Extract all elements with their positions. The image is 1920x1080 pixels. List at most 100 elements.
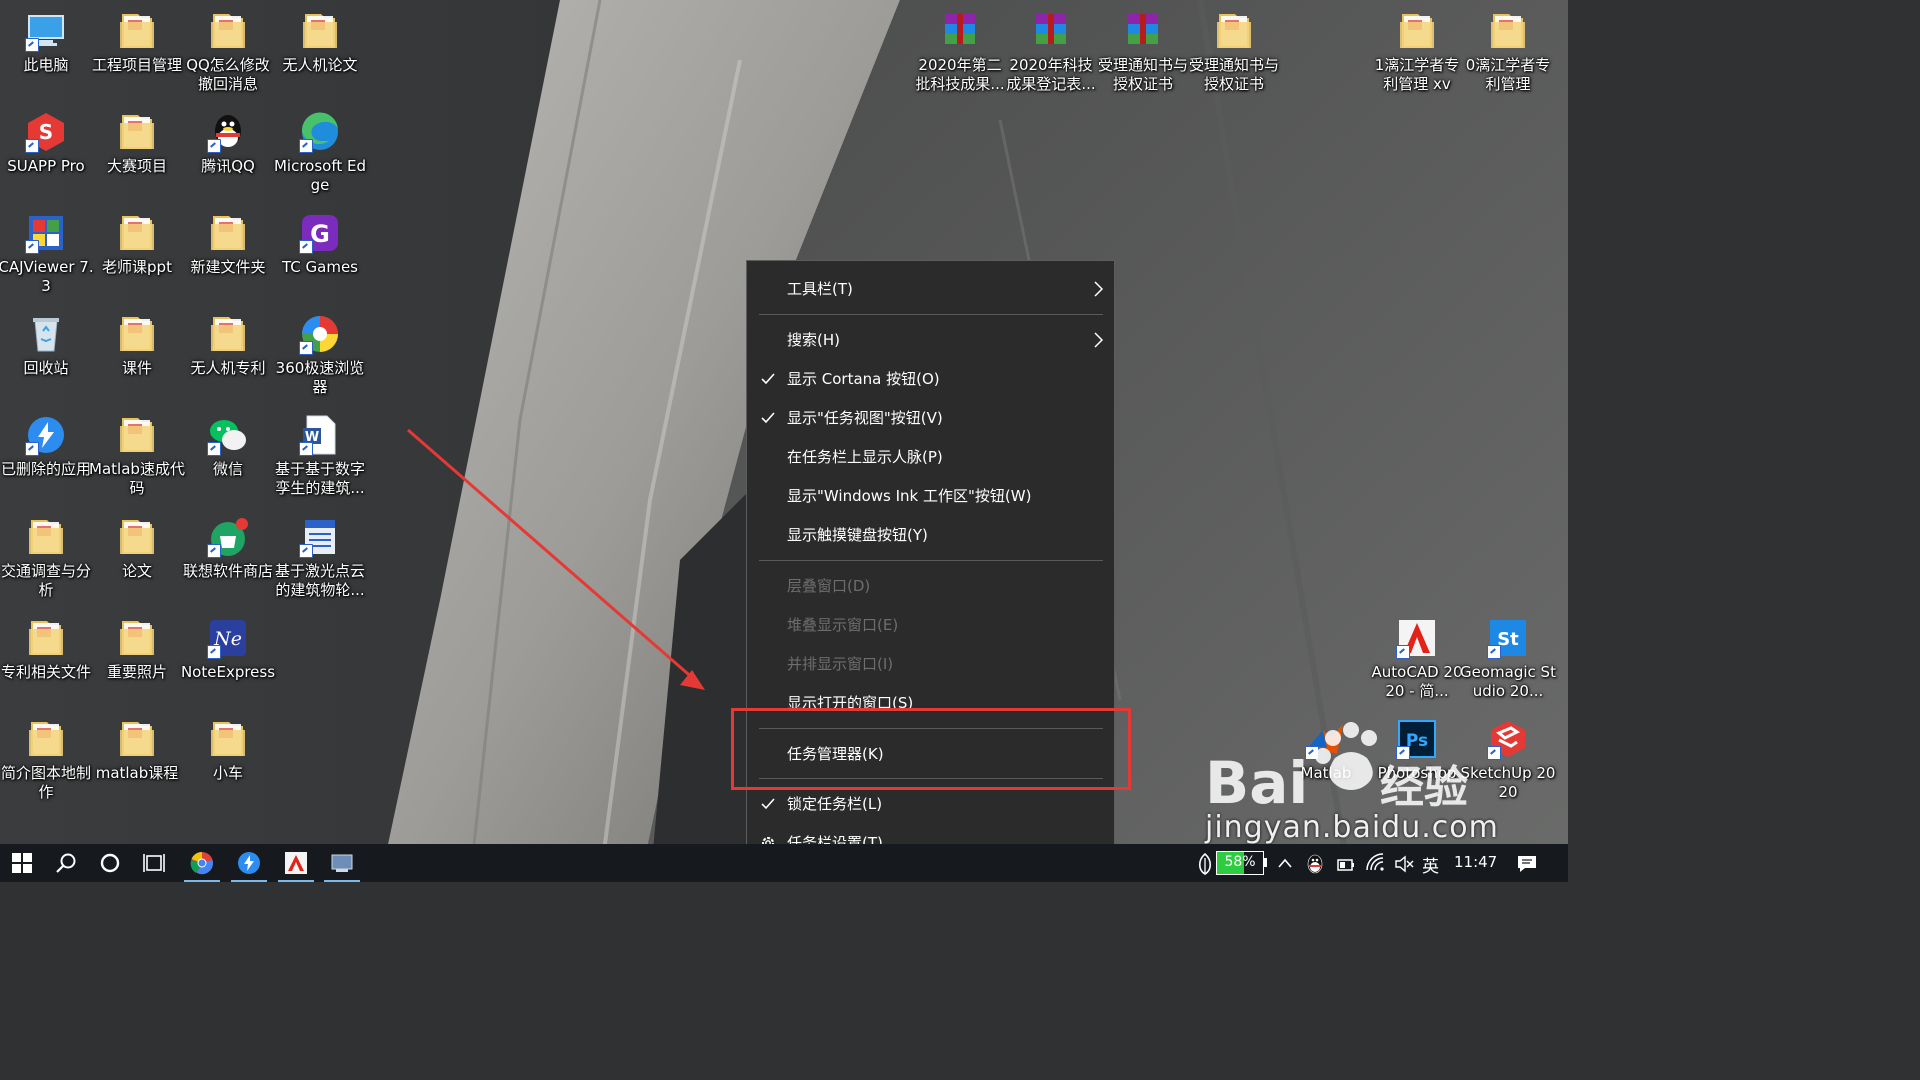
desktop-icon[interactable]: 腾讯QQ [182,107,274,207]
desktop-icon[interactable]: AutoCAD 2020 - 简... [1371,613,1463,713]
desktop-icon[interactable]: Ne NoteExpress [180,613,276,713]
desktop-icon[interactable]: 微信 [182,410,274,510]
battery-indicator[interactable]: 58% [1216,851,1264,875]
checkmark-icon [761,798,775,810]
desktop-icon-label: 工程项目管理 [91,56,182,74]
chevron-up-icon[interactable] [1277,856,1293,870]
acrobat-icon [285,852,307,874]
desktop-icon[interactable]: 360极速浏览器 [274,309,366,409]
tcgames-icon: G [299,212,341,254]
desktop-icon[interactable]: QQ怎么修改撤回消息 [182,6,274,106]
desktop-icon[interactable]: W 基于基于数字孪生的建筑... [274,410,366,510]
speaker-muted-icon[interactable] [1393,853,1415,875]
leaf-icon[interactable] [1196,852,1214,876]
taskbar-app-chrome[interactable] [180,844,224,882]
highlight-box [731,708,1131,790]
taskbar-app-acrobat[interactable] [274,844,318,882]
desktop-icon-label: AutoCAD 2020 - 简... [1371,663,1463,700]
menu-item-label: 显示"任务视图"按钮(V) [787,409,943,427]
desktop-icon[interactable]: Matlab速成代码 [89,410,185,510]
action-center-icon[interactable] [1516,853,1538,875]
noteexpress-icon: Ne [207,617,249,659]
desktop-icon[interactable]: 联想软件商店 [182,512,274,612]
chevron-right-icon [1094,281,1104,297]
desktop-icon[interactable]: 受理通知书与授权证书 [1097,6,1189,106]
cortana-button[interactable] [88,844,132,882]
desktop-icon[interactable]: 回收站 [0,309,92,409]
desktop-icon-label: matlab课程 [95,764,179,782]
desktop-icon[interactable]: 论文 [91,512,183,612]
desktop-icon[interactable]: 专利相关文件 [0,613,92,713]
folder-icon [1487,10,1529,52]
desktop-icon[interactable]: 工程项目管理 [91,6,183,106]
desktop-icon-label: 无人机论文 [282,56,358,74]
input-method-indicator[interactable]: 英 [1422,852,1439,877]
task-view-button[interactable] [132,844,176,882]
desktop-icon-label: 联想软件商店 [182,562,273,580]
menu-item-toolbar[interactable]: 工具栏(T) [747,270,1114,309]
desktop-icon[interactable]: 2020年第二批科技成果... [914,6,1006,106]
menu-item-search[interactable]: 搜索(H) [747,321,1114,360]
desktop-icon-label: 重要照片 [106,663,167,681]
desktop-icon[interactable]: 简介图本地制作 [0,714,92,814]
shortcut-arrow-icon [207,645,221,659]
desktop-icon[interactable]: 课件 [91,309,183,409]
desktop-icon-label: NoteExpress [180,663,276,681]
desktop-icon[interactable]: G TC Games [274,208,366,308]
desktop-icon[interactable]: S SUAPP Pro [0,107,92,207]
menu-item-show-touch-keyboard[interactable]: 显示触摸键盘按钮(Y) [747,516,1114,555]
desktop-icon[interactable]: 老师课ppt [91,208,183,308]
menu-item-lock-taskbar[interactable]: 锁定任务栏(L) [747,785,1114,824]
desktop-icon[interactable]: 1漓江学者专利管理 xv [1371,6,1463,106]
taskbar-app-feishu[interactable] [227,844,271,882]
qq-tray-icon[interactable] [1304,853,1326,875]
desktop-icon[interactable]: CAJViewer 7.3 [0,208,94,308]
word-doc-icon: W [299,414,341,456]
menu-item-label: 显示"Windows Ink 工作区"按钮(W) [787,487,1032,505]
desktop-icon[interactable]: 小车 [182,714,274,814]
menu-item-side-by-side: 并排显示窗口(I) [747,645,1114,684]
folder-icon [25,617,67,659]
power-plug-icon[interactable] [1335,853,1357,875]
taskbar-clock[interactable]: 11:47 [1454,853,1497,871]
desktop-icon[interactable]: 新建文件夹 [182,208,274,308]
menu-item-show-people[interactable]: 在任务栏上显示人脉(P) [747,438,1114,477]
wifi-icon[interactable] [1365,852,1387,874]
desktop-icon[interactable]: 已删除的应用 [0,410,92,510]
desktop-icon[interactable]: St Geomagic Studio 20... [1460,613,1556,713]
menu-item-show-task-view[interactable]: 显示"任务视图"按钮(V) [747,399,1114,438]
desktop-icon-label: 课件 [121,359,152,377]
cortana-icon [100,853,120,873]
menu-item-show-cortana[interactable]: 显示 Cortana 按钮(O) [747,360,1114,399]
desktop-icon[interactable]: 无人机专利 [182,309,274,409]
desktop-icon[interactable]: 交通调查与分析 [0,512,92,612]
folder-icon [207,313,249,355]
wechat-icon [207,414,249,456]
desktop-icon[interactable]: 0漓江学者专利管理 [1462,6,1554,106]
watermark-brand: Bai [1205,749,1308,817]
desktop-icon[interactable]: 基于激光点云的建筑物轮... [274,512,366,612]
folder-icon [116,718,158,760]
search-button[interactable] [44,844,88,882]
desktop-icon-label: 0漓江学者专利管理 [1465,56,1551,93]
winrar-icon [1122,10,1164,52]
menu-item-show-windows-ink[interactable]: 显示"Windows Ink 工作区"按钮(W) [747,477,1114,516]
desktop-icon-label: QQ怎么修改撤回消息 [186,56,270,93]
desktop-icon[interactable]: Microsoft Edge [274,107,366,207]
desktop-icon[interactable]: 重要照片 [91,613,183,713]
menu-item-label: 堆叠显示窗口(E) [787,616,899,634]
deleted-apps-icon [25,414,67,456]
autocad-icon [1396,617,1438,659]
desktop-icon[interactable]: 无人机论文 [274,6,366,106]
suapp-icon: S [25,111,67,153]
taskbar-app-window[interactable] [320,844,364,882]
desktop-icon[interactable]: 受理通知书与授权证书 [1188,6,1280,106]
desktop-icon[interactable]: 大赛项目 [91,107,183,207]
folder-icon [116,10,158,52]
folder-icon [25,516,67,558]
desktop-icon[interactable]: 2020年科技成果登记表... [1005,6,1097,106]
desktop-icon[interactable]: matlab课程 [91,714,183,814]
chevron-right-icon [1094,332,1104,348]
start-button[interactable] [0,844,44,882]
desktop-icon[interactable]: 此电脑 [0,6,92,106]
